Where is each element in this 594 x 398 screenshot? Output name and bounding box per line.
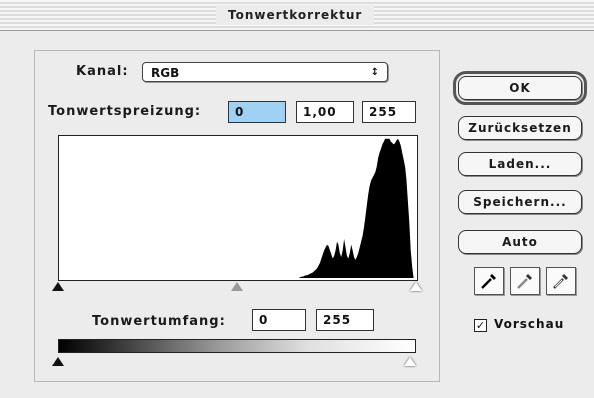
histogram-graph (59, 138, 415, 278)
auto-button[interactable]: Auto (458, 230, 582, 254)
ok-button[interactable]: OK (453, 71, 587, 105)
preview-checkbox[interactable]: ✓ (474, 319, 487, 332)
output-gradient (58, 339, 416, 353)
channel-value: RGB (151, 66, 180, 80)
black-eyedropper-icon[interactable] (474, 267, 504, 295)
white-eyedropper-icon[interactable] (546, 267, 576, 295)
title-bar[interactable]: Tonwertkorrektur (0, 0, 594, 31)
channel-label: Kanal: (76, 64, 129, 79)
preview-label[interactable]: Vorschau (494, 317, 564, 331)
gray-eyedropper-icon[interactable] (510, 267, 540, 295)
save-button[interactable]: Speichern... (458, 190, 582, 214)
output-black-slider[interactable] (52, 357, 64, 366)
window-title: Tonwertkorrektur (216, 5, 375, 25)
input-levels-label: Tonwertspreizung: (48, 104, 202, 119)
input-gamma-slider[interactable] (231, 282, 243, 291)
input-white-field[interactable]: 255 (362, 101, 416, 123)
load-button[interactable]: Laden... (458, 152, 582, 176)
output-white-slider[interactable] (404, 357, 416, 366)
output-gradient-bar (58, 339, 416, 357)
channel-select[interactable]: RGB ↕ (142, 62, 388, 82)
input-black-field[interactable]: 0 (228, 101, 286, 123)
input-white-slider[interactable] (410, 282, 422, 291)
output-white-field[interactable]: 255 (316, 309, 374, 331)
output-black-field[interactable]: 0 (252, 309, 306, 331)
output-levels-label: Tonwertumfang: (92, 314, 226, 329)
input-black-slider[interactable] (52, 282, 64, 291)
select-arrows-icon: ↕ (370, 67, 379, 78)
levels-dialog: Tonwertkorrektur Kanal: RGB ↕ Tonwertspr… (0, 0, 594, 398)
check-icon: ✓ (475, 319, 486, 332)
histogram (58, 135, 418, 281)
reset-button[interactable]: Zurücksetzen (458, 116, 582, 140)
input-gamma-field[interactable]: 1,00 (296, 101, 354, 123)
